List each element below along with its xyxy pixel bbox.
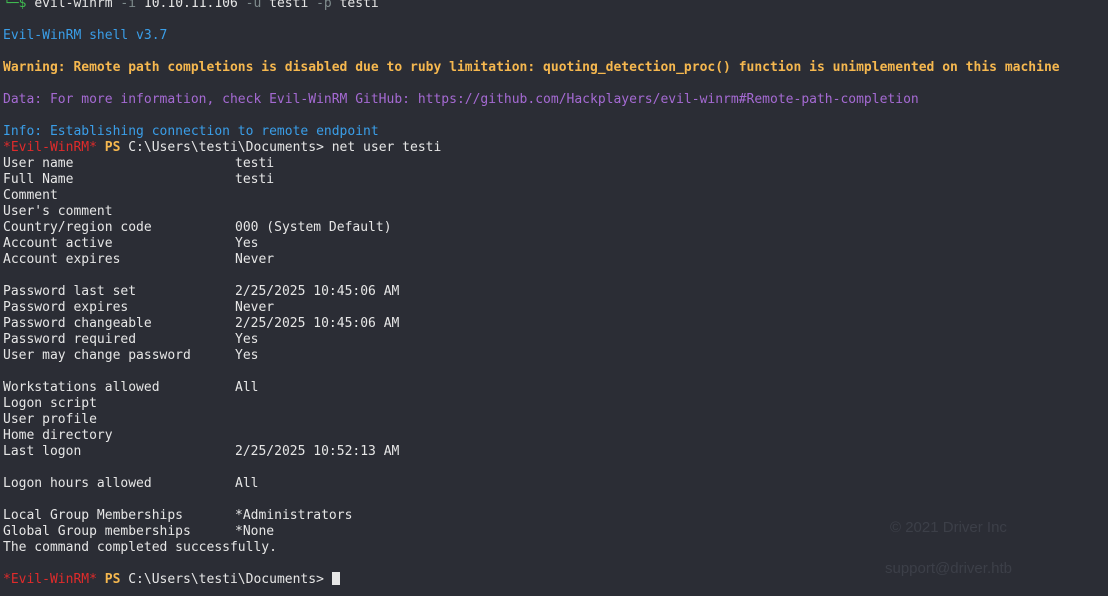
warning-message: Warning: Remote path completions is disa… (3, 60, 1060, 75)
user-info-key (3, 460, 235, 476)
user-info-key: Account active (3, 236, 113, 251)
user-info-key (3, 364, 235, 380)
user-info-key: User's comment (3, 204, 113, 219)
info-message: Info: Establishing connection to remote … (3, 124, 379, 139)
user-info-row: Workstations allowed All (3, 380, 1108, 396)
prompt-path: C:\Users\testi\Documents> (128, 140, 324, 155)
completion-message: The command completed successfully. (3, 540, 277, 555)
user-info-key: Last logon (3, 444, 82, 459)
user-info-key: Password last set (3, 284, 137, 299)
user-info-key: Password expires (3, 300, 129, 315)
target-ip: 10.10.11.106 (143, 0, 238, 11)
user-info-value: All (235, 476, 259, 491)
user-info-row (3, 268, 1108, 284)
copyright-watermark: © 2021 Driver Inc (890, 519, 1007, 536)
user-info-value: testi (235, 172, 275, 187)
user-info-row (3, 364, 1108, 380)
user-info-value: 2/25/2025 10:45:06 AM (235, 316, 400, 331)
user-info-row: Account expires Never (3, 252, 1108, 268)
prompt-label: *Evil-WinRM* (3, 140, 97, 155)
flag-i: -i (120, 0, 137, 11)
ps-label: PS (104, 572, 121, 587)
user-info-row: Password last set 2/25/2025 10:45:06 AM (3, 284, 1108, 300)
prompt-label: *Evil-WinRM* (3, 572, 97, 587)
user-info-key: User name (3, 156, 74, 171)
prompt-path: C:\Users\testi\Documents> (128, 572, 324, 587)
user-info-row: Password required Yes (3, 332, 1108, 348)
user-info-row (3, 492, 1108, 508)
user-info-value: *None (235, 524, 275, 539)
user-info-key: Full Name (3, 172, 74, 187)
terminal-window[interactable]: └─$ evil-winrm -i 10.10.11.106 -u testi … (0, 0, 1108, 596)
text-cursor[interactable] (331, 572, 340, 585)
user-info-key: Global Group memberships (3, 524, 191, 539)
user-info-value: 2/25/2025 10:45:06 AM (235, 284, 400, 299)
user-info-key: Comment (3, 188, 58, 203)
user-info-value: All (235, 380, 259, 395)
user-info-key: Workstations allowed (3, 380, 160, 395)
shell-version-banner: Evil-WinRM shell v3.7 (3, 28, 168, 43)
user-info-key (3, 492, 235, 508)
user-info-row: Country/region code 000 (System Default) (3, 220, 1108, 236)
user-info-output: User name testi Full Name testi Comment User'… (3, 156, 1108, 540)
user-info-key (3, 268, 235, 284)
user-info-key: Logon script (3, 396, 97, 411)
user-info-key: Country/region code (3, 220, 152, 235)
user-info-row: Comment (3, 188, 1108, 204)
user-info-key: Home directory (3, 428, 113, 443)
user-info-row (3, 460, 1108, 476)
user-info-key: Password changeable (3, 316, 152, 331)
user-info-row: Password expires Never (3, 300, 1108, 316)
user-info-value: Yes (235, 236, 259, 251)
username-arg: testi (269, 0, 309, 11)
user-info-row: Password changeable 2/25/2025 10:45:06 AM (3, 316, 1108, 332)
user-info-value: Never (235, 300, 275, 315)
password-arg: testi (339, 0, 379, 11)
user-info-row: User may change password Yes (3, 348, 1108, 364)
user-info-row: Account active Yes (3, 236, 1108, 252)
user-info-row: Full Name testi (3, 172, 1108, 188)
command-name: evil-winrm (34, 0, 113, 11)
ps-label: PS (104, 140, 121, 155)
user-info-key: User may change password (3, 348, 191, 363)
user-info-value: 000 (System Default) (235, 220, 392, 235)
user-info-value: *Administrators (235, 508, 353, 523)
user-info-row: Logon hours allowed All (3, 476, 1108, 492)
user-info-value: Yes (235, 348, 259, 363)
user-info-row: User profile (3, 412, 1108, 428)
user-info-value: Yes (235, 332, 259, 347)
user-info-key: User profile (3, 412, 97, 427)
user-info-row: User name testi (3, 156, 1108, 172)
previous-command-line: └─$ evil-winrm -i 10.10.11.106 -u testi … (3, 0, 1108, 12)
flag-u: -u (245, 0, 262, 11)
data-message: Data: For more information, check Evil-W… (3, 92, 919, 107)
user-info-value: testi (235, 156, 275, 171)
command-prompt-line: *Evil-WinRM* PS C:\Users\testi\Documents… (3, 140, 1108, 156)
terminal-output: └─$ evil-winrm -i 10.10.11.106 -u testi … (3, 0, 1108, 588)
user-info-key: Local Group Memberships (3, 508, 184, 523)
user-info-key: Account expires (3, 252, 121, 267)
user-info-row: Logon script (3, 396, 1108, 412)
user-info-key: Logon hours allowed (3, 476, 152, 491)
user-info-row: Last logon 2/25/2025 10:52:13 AM (3, 444, 1108, 460)
user-info-value: 2/25/2025 10:52:13 AM (235, 444, 400, 459)
user-info-row: Home directory (3, 428, 1108, 444)
shell-prompt-arrow: └─$ (3, 0, 27, 11)
user-info-key: Password required (3, 332, 137, 347)
flag-p: -p (316, 0, 332, 11)
support-watermark: support@driver.htb (885, 560, 1012, 577)
entered-command: net user testi (331, 140, 442, 155)
user-info-value: Never (235, 252, 275, 267)
user-info-row: User's comment (3, 204, 1108, 220)
